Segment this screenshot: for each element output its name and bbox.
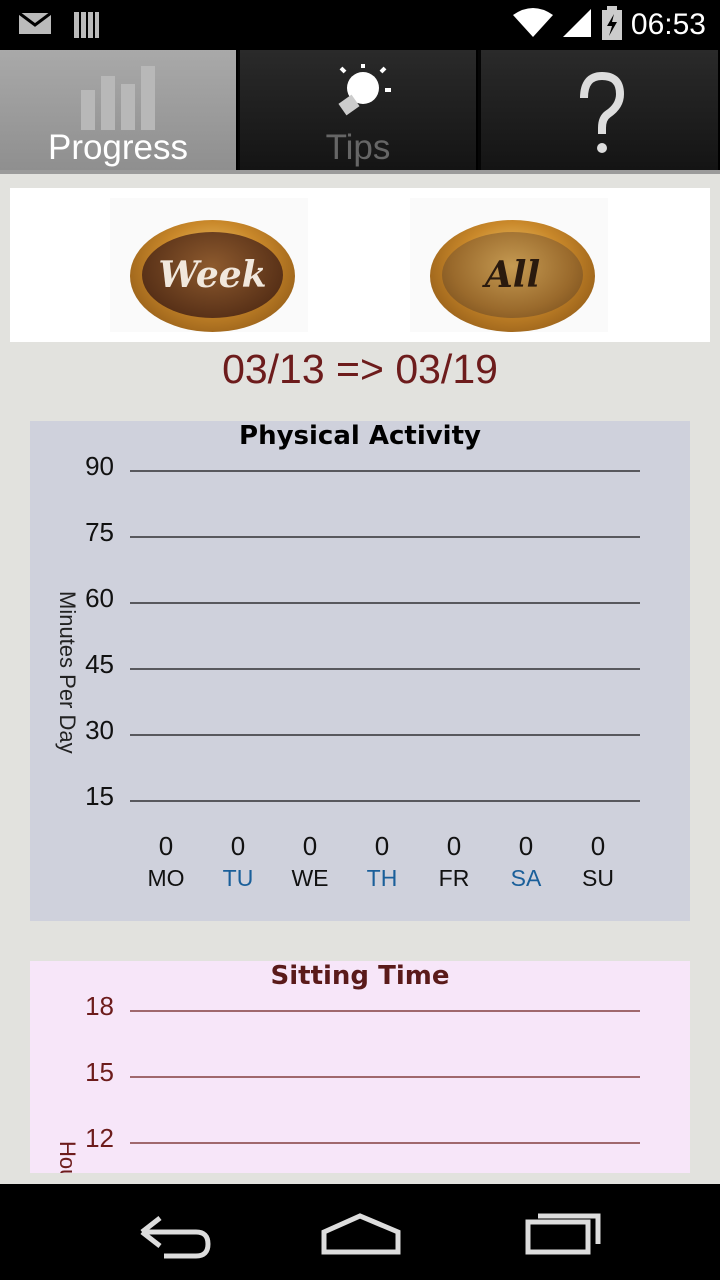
library-notification-icon bbox=[72, 10, 100, 44]
wifi-icon bbox=[512, 7, 553, 43]
sitting-time-plot: 18 15 12 bbox=[85, 991, 640, 1153]
back-button[interactable] bbox=[124, 1204, 224, 1260]
y-tick-label: 15 bbox=[85, 1057, 114, 1087]
x-tick-label: TH bbox=[367, 865, 398, 891]
date-range: 03/13 => 03/19 bbox=[222, 346, 498, 392]
x-tick-label: SA bbox=[511, 865, 542, 891]
navigation-bar bbox=[0, 1184, 720, 1280]
tab-divider bbox=[0, 170, 720, 174]
y-tick-label: 90 bbox=[85, 451, 114, 481]
y-tick-label: 75 bbox=[85, 517, 114, 547]
data-label: 0 bbox=[447, 831, 461, 861]
range-selector-panel: Week All bbox=[10, 188, 710, 342]
y-tick-label: 45 bbox=[85, 649, 114, 679]
data-label: 0 bbox=[519, 831, 533, 861]
x-tick-label: WE bbox=[291, 865, 328, 891]
sitting-time-chart: Sitting Time 181512 Hours Per Day bbox=[30, 961, 690, 1173]
tab-tips[interactable]: Tips bbox=[240, 50, 478, 170]
recent-apps-button[interactable] bbox=[520, 1204, 620, 1260]
battery-icon bbox=[601, 6, 623, 44]
status-time: 06:53 bbox=[630, 8, 706, 41]
recent-apps-icon bbox=[525, 1213, 601, 1255]
bar-chart-icon bbox=[0, 62, 236, 136]
email-notification-icon bbox=[18, 10, 52, 44]
y-tick-label: 12 bbox=[85, 1123, 114, 1153]
week-button-label: Week bbox=[158, 254, 267, 296]
week-button[interactable]: Week bbox=[110, 198, 308, 332]
tab-bar: Progress Tips bbox=[0, 50, 720, 174]
all-button[interactable]: All bbox=[410, 198, 608, 332]
y-axis-label: Hours Per Day bbox=[54, 1141, 80, 1173]
data-label: 0 bbox=[231, 831, 245, 861]
tab-tips-label: Tips bbox=[325, 128, 391, 167]
help-icon bbox=[481, 62, 718, 176]
tab-help[interactable] bbox=[481, 50, 720, 170]
y-tick-label: 15 bbox=[85, 781, 114, 811]
signal-icon bbox=[561, 7, 593, 43]
status-bar: 06:53 bbox=[0, 0, 720, 50]
y-tick-label: 60 bbox=[85, 583, 114, 613]
y-axis-label: Minutes Per Day bbox=[55, 591, 80, 754]
data-label: 0 bbox=[375, 831, 389, 861]
data-label: 0 bbox=[303, 831, 317, 861]
physical-activity-chart: Physical Activity 90 75 60 45 30 15 0 MO 0 TU 0 WE 0… bbox=[30, 421, 690, 921]
tab-progress[interactable]: Progress bbox=[0, 50, 238, 170]
y-tick-label: 18 bbox=[85, 991, 114, 1021]
tab-progress-label: Progress bbox=[47, 128, 189, 167]
y-tick-label: 30 bbox=[85, 715, 114, 745]
x-tick-label: MO bbox=[147, 865, 184, 891]
physical-activity-plot: 90 75 60 45 30 15 0 MO 0 TU 0 WE 0 TH 0 FR 0 SA 0 SU bbox=[85, 451, 640, 891]
x-tick-label: TU bbox=[223, 865, 254, 891]
home-button[interactable] bbox=[312, 1204, 412, 1260]
home-icon bbox=[321, 1213, 401, 1255]
data-label: 0 bbox=[591, 831, 605, 861]
x-tick-label: SU bbox=[582, 865, 614, 891]
all-button-label: All bbox=[484, 254, 541, 296]
back-icon bbox=[140, 1216, 211, 1259]
data-label: 0 bbox=[159, 831, 173, 861]
x-tick-label: FR bbox=[439, 865, 470, 891]
lightbulb-icon bbox=[240, 62, 476, 130]
